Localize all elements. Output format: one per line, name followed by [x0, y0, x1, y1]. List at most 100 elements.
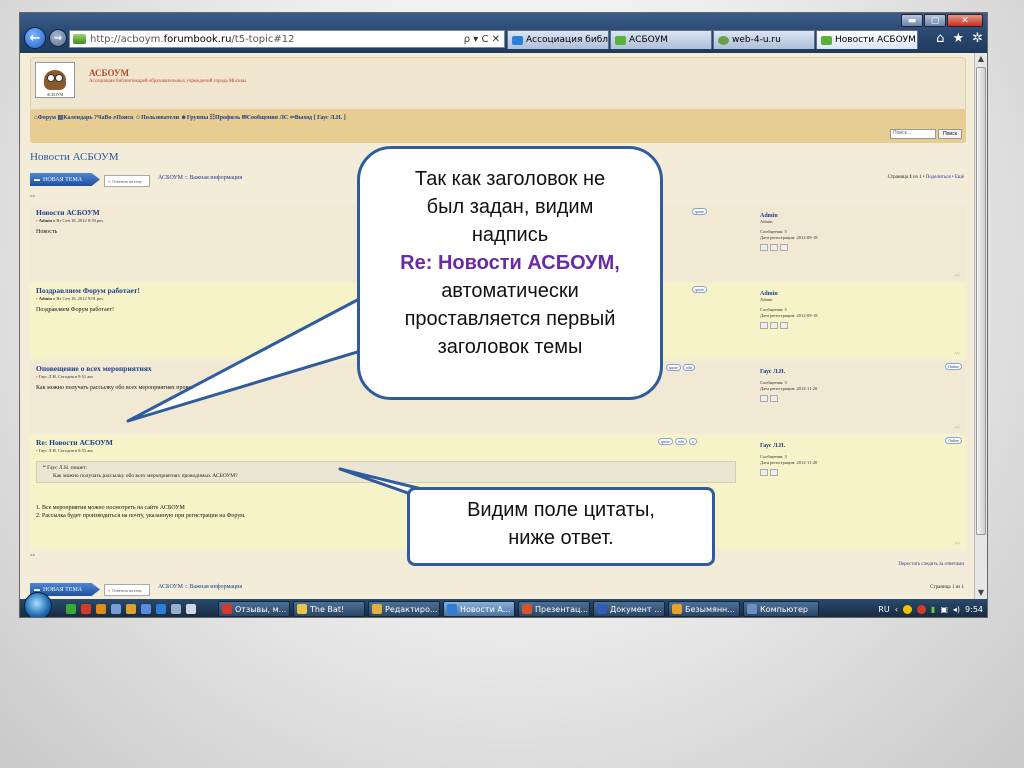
- tray-app-icon[interactable]: [916, 604, 926, 614]
- start-button[interactable]: [24, 592, 52, 617]
- chevron-left-icon[interactable]: ‹: [895, 605, 898, 614]
- home-icon[interactable]: ⌂: [936, 31, 944, 46]
- post-date: Сегодня в 9:51 am: [56, 374, 93, 379]
- task-label: The Bat!: [310, 604, 345, 614]
- quote-button[interactable]: quote: [692, 286, 707, 293]
- reply-button[interactable]: × Ответить на тему: [104, 175, 150, 187]
- taskbar-item[interactable]: Презентац...: [518, 601, 590, 617]
- message-icon[interactable]: [770, 469, 778, 476]
- message-icon[interactable]: [770, 244, 778, 251]
- taskbar-item[interactable]: Отзывы, м...: [218, 601, 290, 617]
- pagination-top: Страница 1 из 1 • Поделиться • Ещё: [888, 175, 964, 180]
- breadcrumb[interactable]: АСБОУМ :: Важная информация: [158, 175, 242, 181]
- task-label: Новости А...: [460, 604, 511, 614]
- back-button[interactable]: ←: [24, 27, 46, 49]
- email-icon[interactable]: [780, 322, 788, 329]
- topic-nav-arrows[interactable]: «»: [30, 194, 35, 199]
- quote-button[interactable]: quote: [692, 208, 707, 215]
- taskbar-item[interactable]: Редактиро...: [368, 601, 440, 617]
- reply-button-bottom[interactable]: × Ответить на тему: [104, 584, 150, 596]
- search-input[interactable]: Поиск...: [890, 129, 936, 139]
- profile-icon[interactable]: [760, 322, 768, 329]
- topic-nav-arrows-bottom[interactable]: «»: [30, 553, 35, 558]
- new-topic-button[interactable]: ▬ НОВАЯ ТЕМА: [30, 173, 100, 186]
- quicklaunch-icon[interactable]: [186, 604, 196, 614]
- network-icon[interactable]: ▣: [940, 605, 948, 614]
- signal-icon[interactable]: ▮: [931, 605, 935, 614]
- quote-button[interactable]: quote: [658, 438, 673, 445]
- tab-association[interactable]: Ассоциация библио...: [507, 30, 609, 49]
- scroll-up-icon[interactable]: ▲: [975, 53, 987, 65]
- site-title[interactable]: АСБОУМ: [89, 68, 129, 78]
- quote-text: Как можно получать рассылку обо всех мер…: [53, 473, 238, 479]
- opera-icon[interactable]: [81, 604, 91, 614]
- quicklaunch-icon[interactable]: [141, 604, 151, 614]
- favorites-star-icon[interactable]: ★: [952, 31, 964, 46]
- user-posts-count: Сообщения: 5: [760, 307, 787, 312]
- callout-text: проставляется первый: [404, 308, 616, 330]
- search-button[interactable]: Поиск: [938, 129, 962, 139]
- site-icon: [718, 35, 729, 45]
- close-window-button[interactable]: ✕: [947, 14, 983, 27]
- task-label: Презентац...: [535, 604, 589, 614]
- maximize-button[interactable]: ▢: [924, 14, 946, 27]
- post-date: в Вт Сен 18, 2012 8:59 pm: [52, 218, 103, 223]
- address-tools[interactable]: ρ ▾ C ✕: [464, 34, 504, 45]
- tab-web4u[interactable]: web-4-u.ru: [713, 30, 815, 49]
- profile-icon[interactable]: [760, 395, 768, 402]
- delete-button[interactable]: x: [688, 438, 697, 445]
- scrollbar-thumb[interactable]: [976, 67, 986, 535]
- search-bar: Поиск... Поиск: [30, 127, 966, 143]
- message-icon[interactable]: [770, 395, 778, 402]
- post-author[interactable]: Admin: [39, 218, 52, 223]
- site-logo[interactable]: АСБОУМ: [35, 62, 75, 98]
- gear-icon[interactable]: ✲: [972, 31, 983, 46]
- taskbar-item[interactable]: Компьютер: [743, 601, 819, 617]
- share-link[interactable]: Поделиться • Ещё: [926, 175, 964, 180]
- taskbar-item[interactable]: Безымянн...: [668, 601, 740, 617]
- profile-icon[interactable]: [760, 469, 768, 476]
- post-author[interactable]: Гаус Л.Н.: [39, 374, 57, 379]
- ie-icon[interactable]: [156, 604, 166, 614]
- taskbar-item[interactable]: The Bat!: [293, 601, 365, 617]
- tab-label: АСБОУМ: [629, 35, 668, 45]
- user-posts-count: Сообщения: 3: [760, 380, 787, 385]
- message-icon[interactable]: [770, 322, 778, 329]
- clock[interactable]: 9:54: [965, 605, 983, 614]
- callout-text: Видим поле цитаты,: [467, 499, 655, 521]
- user-name[interactable]: Гаус Л.Н.: [760, 443, 960, 449]
- minimize-button[interactable]: ▬: [901, 14, 923, 27]
- address-bar[interactable]: http://acboym. forumbook.ru/t5-topic#12 ρ…: [69, 30, 505, 48]
- reply-label: Ответить на тему: [112, 178, 142, 184]
- vertical-scrollbar[interactable]: ▲ ▼: [974, 53, 987, 599]
- user-icons: [760, 469, 960, 476]
- quicklaunch-icon[interactable]: [66, 604, 76, 614]
- edit-button[interactable]: edit: [674, 438, 687, 445]
- edit-button[interactable]: edit: [682, 364, 695, 371]
- post-author[interactable]: Гаус Л.Н.: [39, 448, 57, 453]
- quicklaunch-icon[interactable]: [111, 604, 121, 614]
- post-author[interactable]: Admin: [39, 296, 52, 301]
- task-label: Редактиро...: [385, 604, 438, 614]
- taskbar-item[interactable]: Документ ...: [593, 601, 665, 617]
- email-icon[interactable]: [780, 244, 788, 251]
- quicklaunch-icon[interactable]: [171, 604, 181, 614]
- tray-app-icon[interactable]: [902, 604, 912, 614]
- close-tab-icon[interactable]: ✕: [916, 35, 917, 45]
- breadcrumb-bottom[interactable]: АСБОУМ :: Важная информация: [158, 584, 242, 590]
- unsubscribe-link[interactable]: Перестать следить за ответами: [898, 562, 964, 567]
- quote-button[interactable]: quote: [666, 364, 681, 371]
- quicklaunch-icon[interactable]: [96, 604, 106, 614]
- volume-icon[interactable]: ◂): [953, 605, 960, 614]
- profile-icon[interactable]: [760, 244, 768, 251]
- scroll-down-icon[interactable]: ▼: [975, 587, 987, 599]
- user-name[interactable]: Гаус Л.Н.: [760, 369, 960, 375]
- tab-news-asboum[interactable]: Новости АСБОУМ ✕: [816, 30, 918, 49]
- forward-button[interactable]: →: [49, 29, 67, 47]
- quicklaunch-icon[interactable]: [126, 604, 136, 614]
- tab-asboum[interactable]: АСБОУМ: [610, 30, 712, 49]
- taskbar-item[interactable]: Новости А...: [443, 601, 515, 617]
- logo-text: АСБОУМ: [46, 92, 64, 97]
- language-indicator[interactable]: RU: [878, 605, 889, 614]
- nav-links[interactable]: ⌂Форум ▤Календарь ?ЧаВо ⌕Поиск ☺Пользова…: [34, 114, 346, 122]
